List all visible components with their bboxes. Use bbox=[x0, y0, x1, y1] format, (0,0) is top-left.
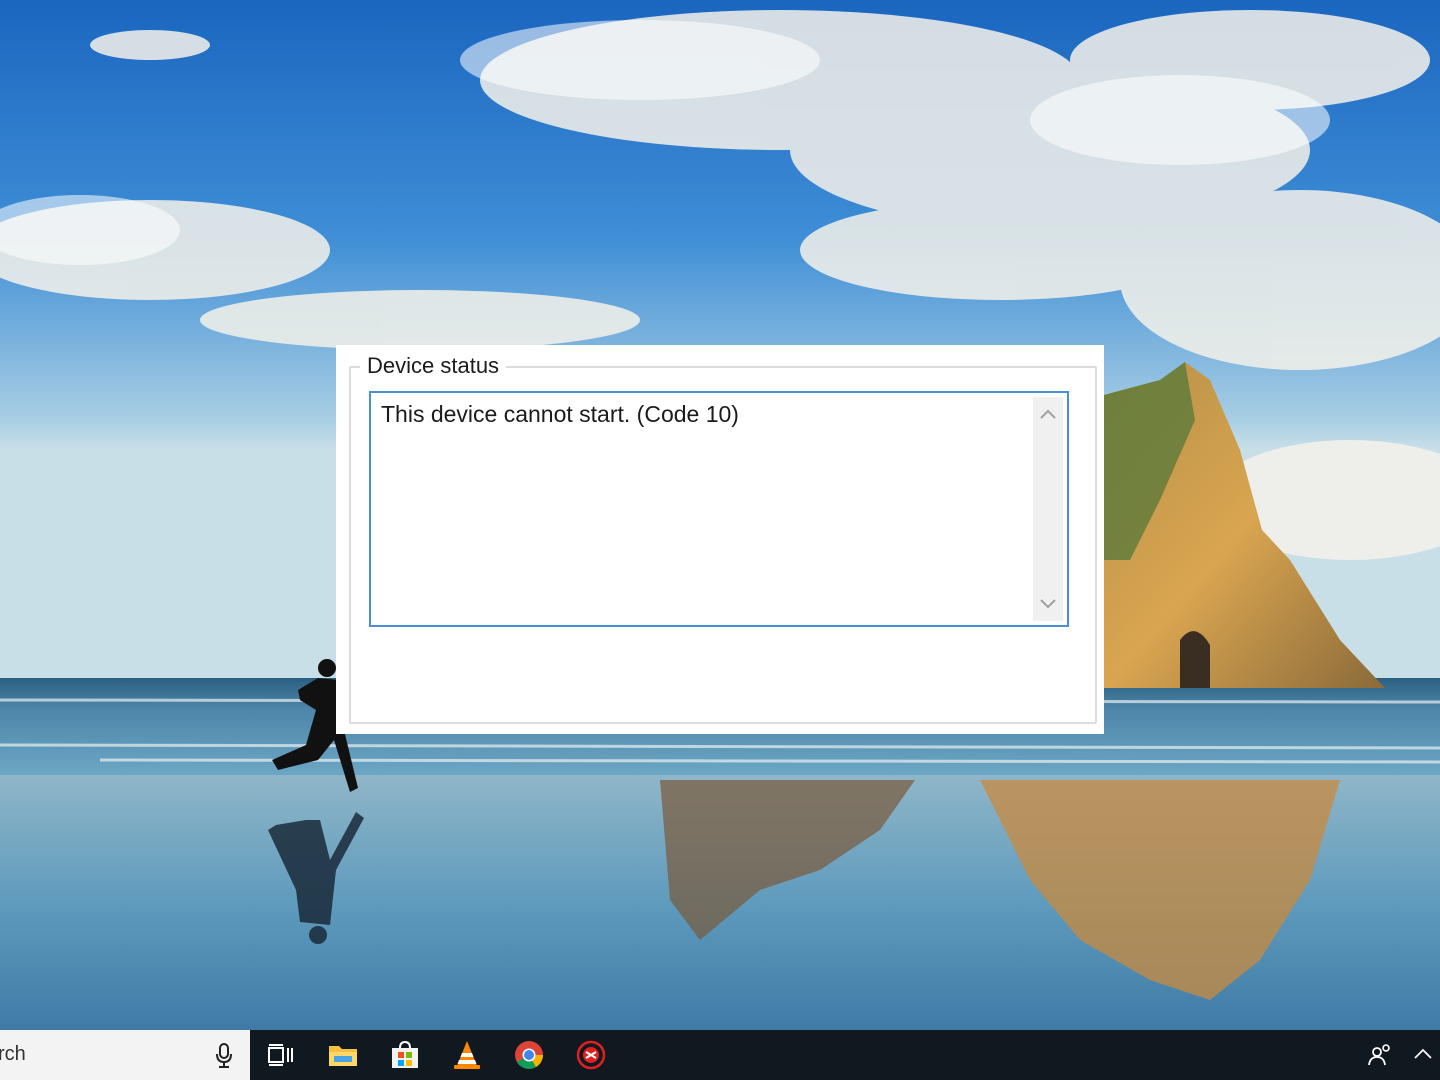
device-status-textbox[interactable]: This device cannot start. (Code 10) bbox=[369, 391, 1069, 627]
chevron-up-icon[interactable] bbox=[1414, 1048, 1432, 1060]
device-properties-dialog: Device status This device cannot start. … bbox=[336, 345, 1104, 734]
textbox-scrollbar[interactable] bbox=[1033, 397, 1063, 621]
desktop: Device status This device cannot start. … bbox=[0, 0, 1440, 1030]
chrome-icon[interactable] bbox=[513, 1039, 545, 1071]
device-status-title: Device status bbox=[360, 353, 507, 379]
search-box[interactable]: rch bbox=[0, 1030, 250, 1080]
search-text: rch bbox=[0, 1043, 26, 1065]
red-app-icon[interactable] bbox=[575, 1039, 607, 1071]
file-explorer-icon[interactable] bbox=[327, 1039, 359, 1071]
scroll-down-arrow-icon[interactable] bbox=[1033, 589, 1063, 619]
vlc-icon[interactable] bbox=[451, 1039, 483, 1071]
microphone-icon[interactable] bbox=[214, 1043, 234, 1069]
scroll-up-arrow-icon[interactable] bbox=[1033, 399, 1063, 429]
people-icon[interactable] bbox=[1368, 1044, 1392, 1066]
microsoft-store-icon[interactable] bbox=[389, 1039, 421, 1071]
device-status-text: This device cannot start. (Code 10) bbox=[381, 401, 739, 427]
task-view-icon[interactable] bbox=[264, 1039, 296, 1071]
taskbar: rch bbox=[0, 1030, 1440, 1080]
